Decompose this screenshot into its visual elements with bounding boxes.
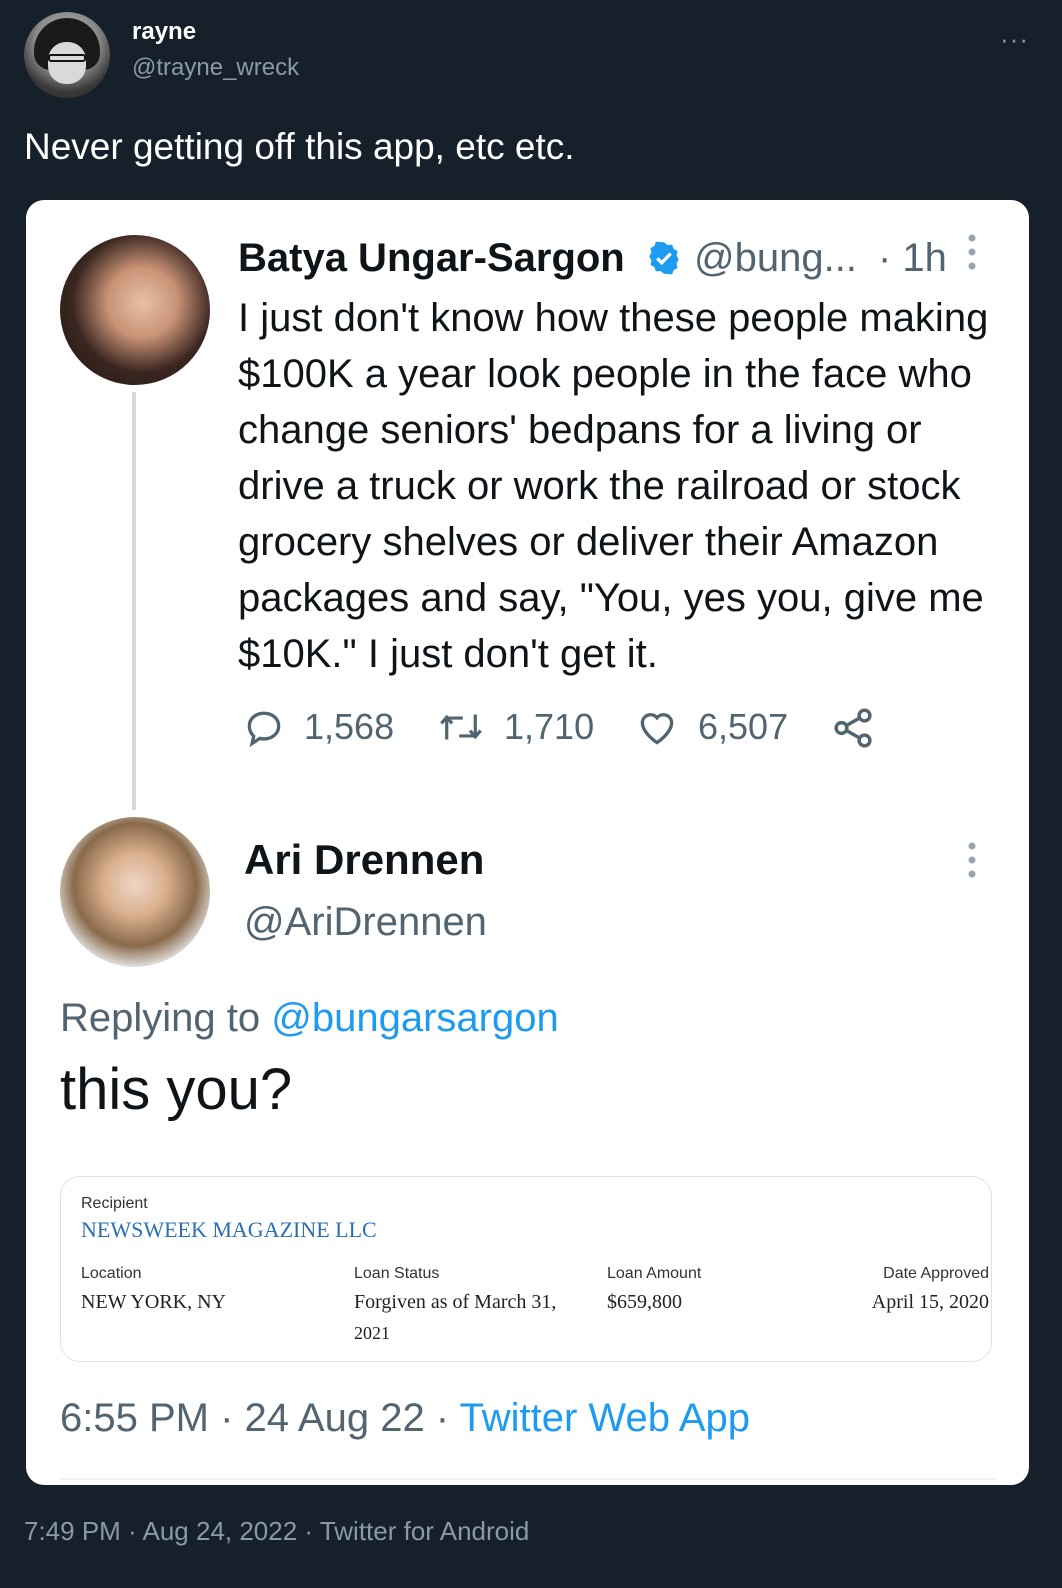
loan-amount-label: Loan Amount [607, 1265, 702, 1282]
attached-image[interactable]: Batya Ungar-Sargon @bung... · 1h I just … [26, 200, 1029, 1485]
quoted-more-icon [968, 234, 976, 270]
loan-status-line2: 2021 [354, 1323, 390, 1343]
share-icon [834, 708, 872, 748]
reply-author-avatar [60, 817, 210, 967]
reply-timestamp: 6:55 PM · 24 Aug 22 · [60, 1396, 450, 1440]
author-name[interactable]: rayne [132, 18, 196, 46]
heart-icon [640, 713, 674, 745]
quoted-tweet-body: I just don't know how these people makin… [238, 296, 989, 676]
retweet-action: 1,710 [436, 705, 594, 749]
location-value: NEW YORK, NY [81, 1291, 226, 1313]
author-avatar[interactable] [24, 12, 110, 98]
reply-meta: 6:55 PM · 24 Aug 22 · Twitter Web App [60, 1396, 750, 1441]
share-action [830, 705, 894, 751]
reply-text: this you? [60, 1057, 293, 1122]
replying-to-link: @bungarsargon [271, 996, 559, 1040]
tweet-text: Never getting off this app, etc etc. [24, 126, 575, 167]
more-options-icon[interactable]: ··· [1000, 24, 1029, 55]
tweet-footer[interactable]: 7:49 PM · Aug 24, 2022 · Twitter for And… [24, 1516, 529, 1547]
avatar-face [48, 42, 86, 84]
replying-to: Replying to @bungarsargon [60, 996, 559, 1041]
like-count: 6,507 [698, 706, 789, 747]
replying-prefix: Replying to [60, 996, 261, 1040]
recipient-label: Recipient [81, 1195, 148, 1212]
quoted-author-avatar [60, 235, 210, 385]
location-label: Location [81, 1265, 142, 1282]
retweet-count: 1,710 [504, 706, 595, 747]
reply-more-icon [968, 842, 976, 878]
quoted-tweet-time: · 1h [878, 236, 947, 280]
reply-icon [247, 711, 281, 748]
loan-record-card: Recipient NEWSWEEK MAGAZINE LLC Location… [60, 1176, 992, 1362]
loan-status-line1: Forgiven as of March 31, [354, 1291, 557, 1313]
reply-action: 1,568 [242, 705, 394, 749]
date-approved-label: Date Approved [883, 1265, 989, 1282]
verified-badge-icon [649, 241, 679, 275]
reply-author-name: Ari Drennen [244, 836, 485, 883]
author-handle[interactable]: @trayne_wreck [132, 54, 299, 82]
thread-line [132, 392, 136, 810]
date-approved-value: April 15, 2020 [871, 1291, 989, 1313]
avatar-glasses [48, 54, 86, 62]
like-action: 6,507 [634, 705, 788, 749]
quoted-author-name: Batya Ungar-Sargon [238, 236, 625, 280]
loan-status-label: Loan Status [354, 1265, 440, 1282]
retweet-icon [440, 714, 482, 740]
recipient-value: NEWSWEEK MAGAZINE LLC [81, 1217, 377, 1242]
divider [60, 1478, 995, 1480]
loan-amount-value: $659,800 [607, 1291, 682, 1313]
reply-source-link: Twitter Web App [459, 1396, 751, 1440]
reply-author-handle: @AriDrennen [244, 900, 487, 944]
reply-count: 1,568 [304, 706, 395, 747]
quoted-author-handle: @bung... [694, 236, 857, 280]
